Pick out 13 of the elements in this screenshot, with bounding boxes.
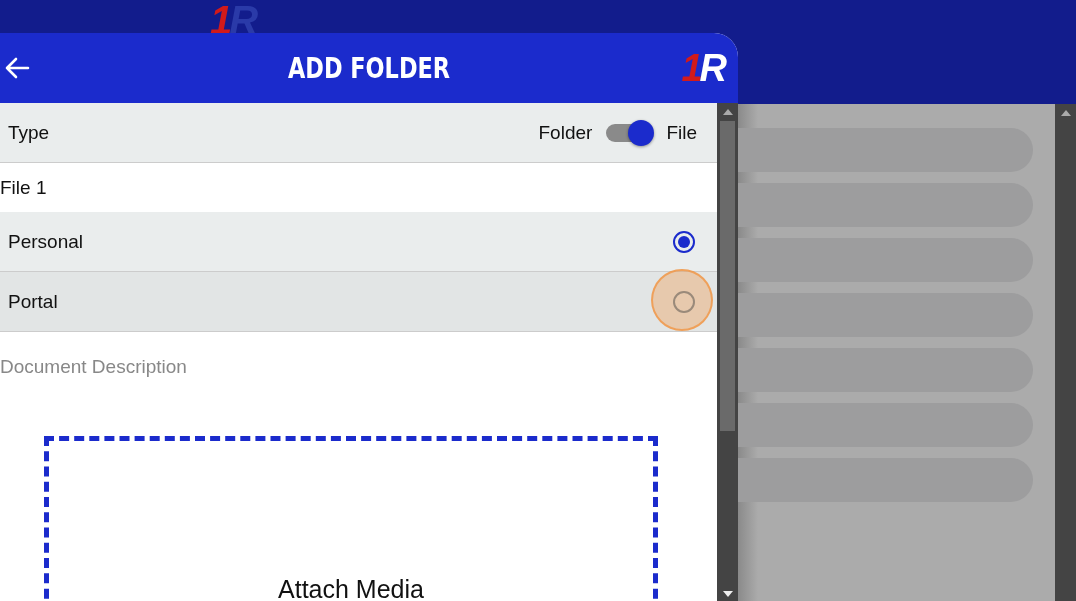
file-option: File: [666, 121, 697, 144]
scrollbar[interactable]: [717, 103, 738, 601]
radio-option[interactable]: Personal: [0, 212, 717, 272]
app-logo: 1R: [681, 49, 724, 87]
folder-option: Folder: [538, 121, 593, 144]
type-label: Type: [8, 121, 50, 144]
radio-button-icon: [673, 290, 695, 313]
radio-button-icon: [673, 230, 695, 253]
scrollbar[interactable]: [1055, 104, 1076, 601]
back-arrow-icon[interactable]: [4, 56, 30, 80]
attach-media-dropzone[interactable]: Attach Media: [44, 436, 658, 601]
dialog-title: ADD FOLDER: [286, 51, 452, 85]
radio-option[interactable]: Portal: [0, 272, 717, 332]
